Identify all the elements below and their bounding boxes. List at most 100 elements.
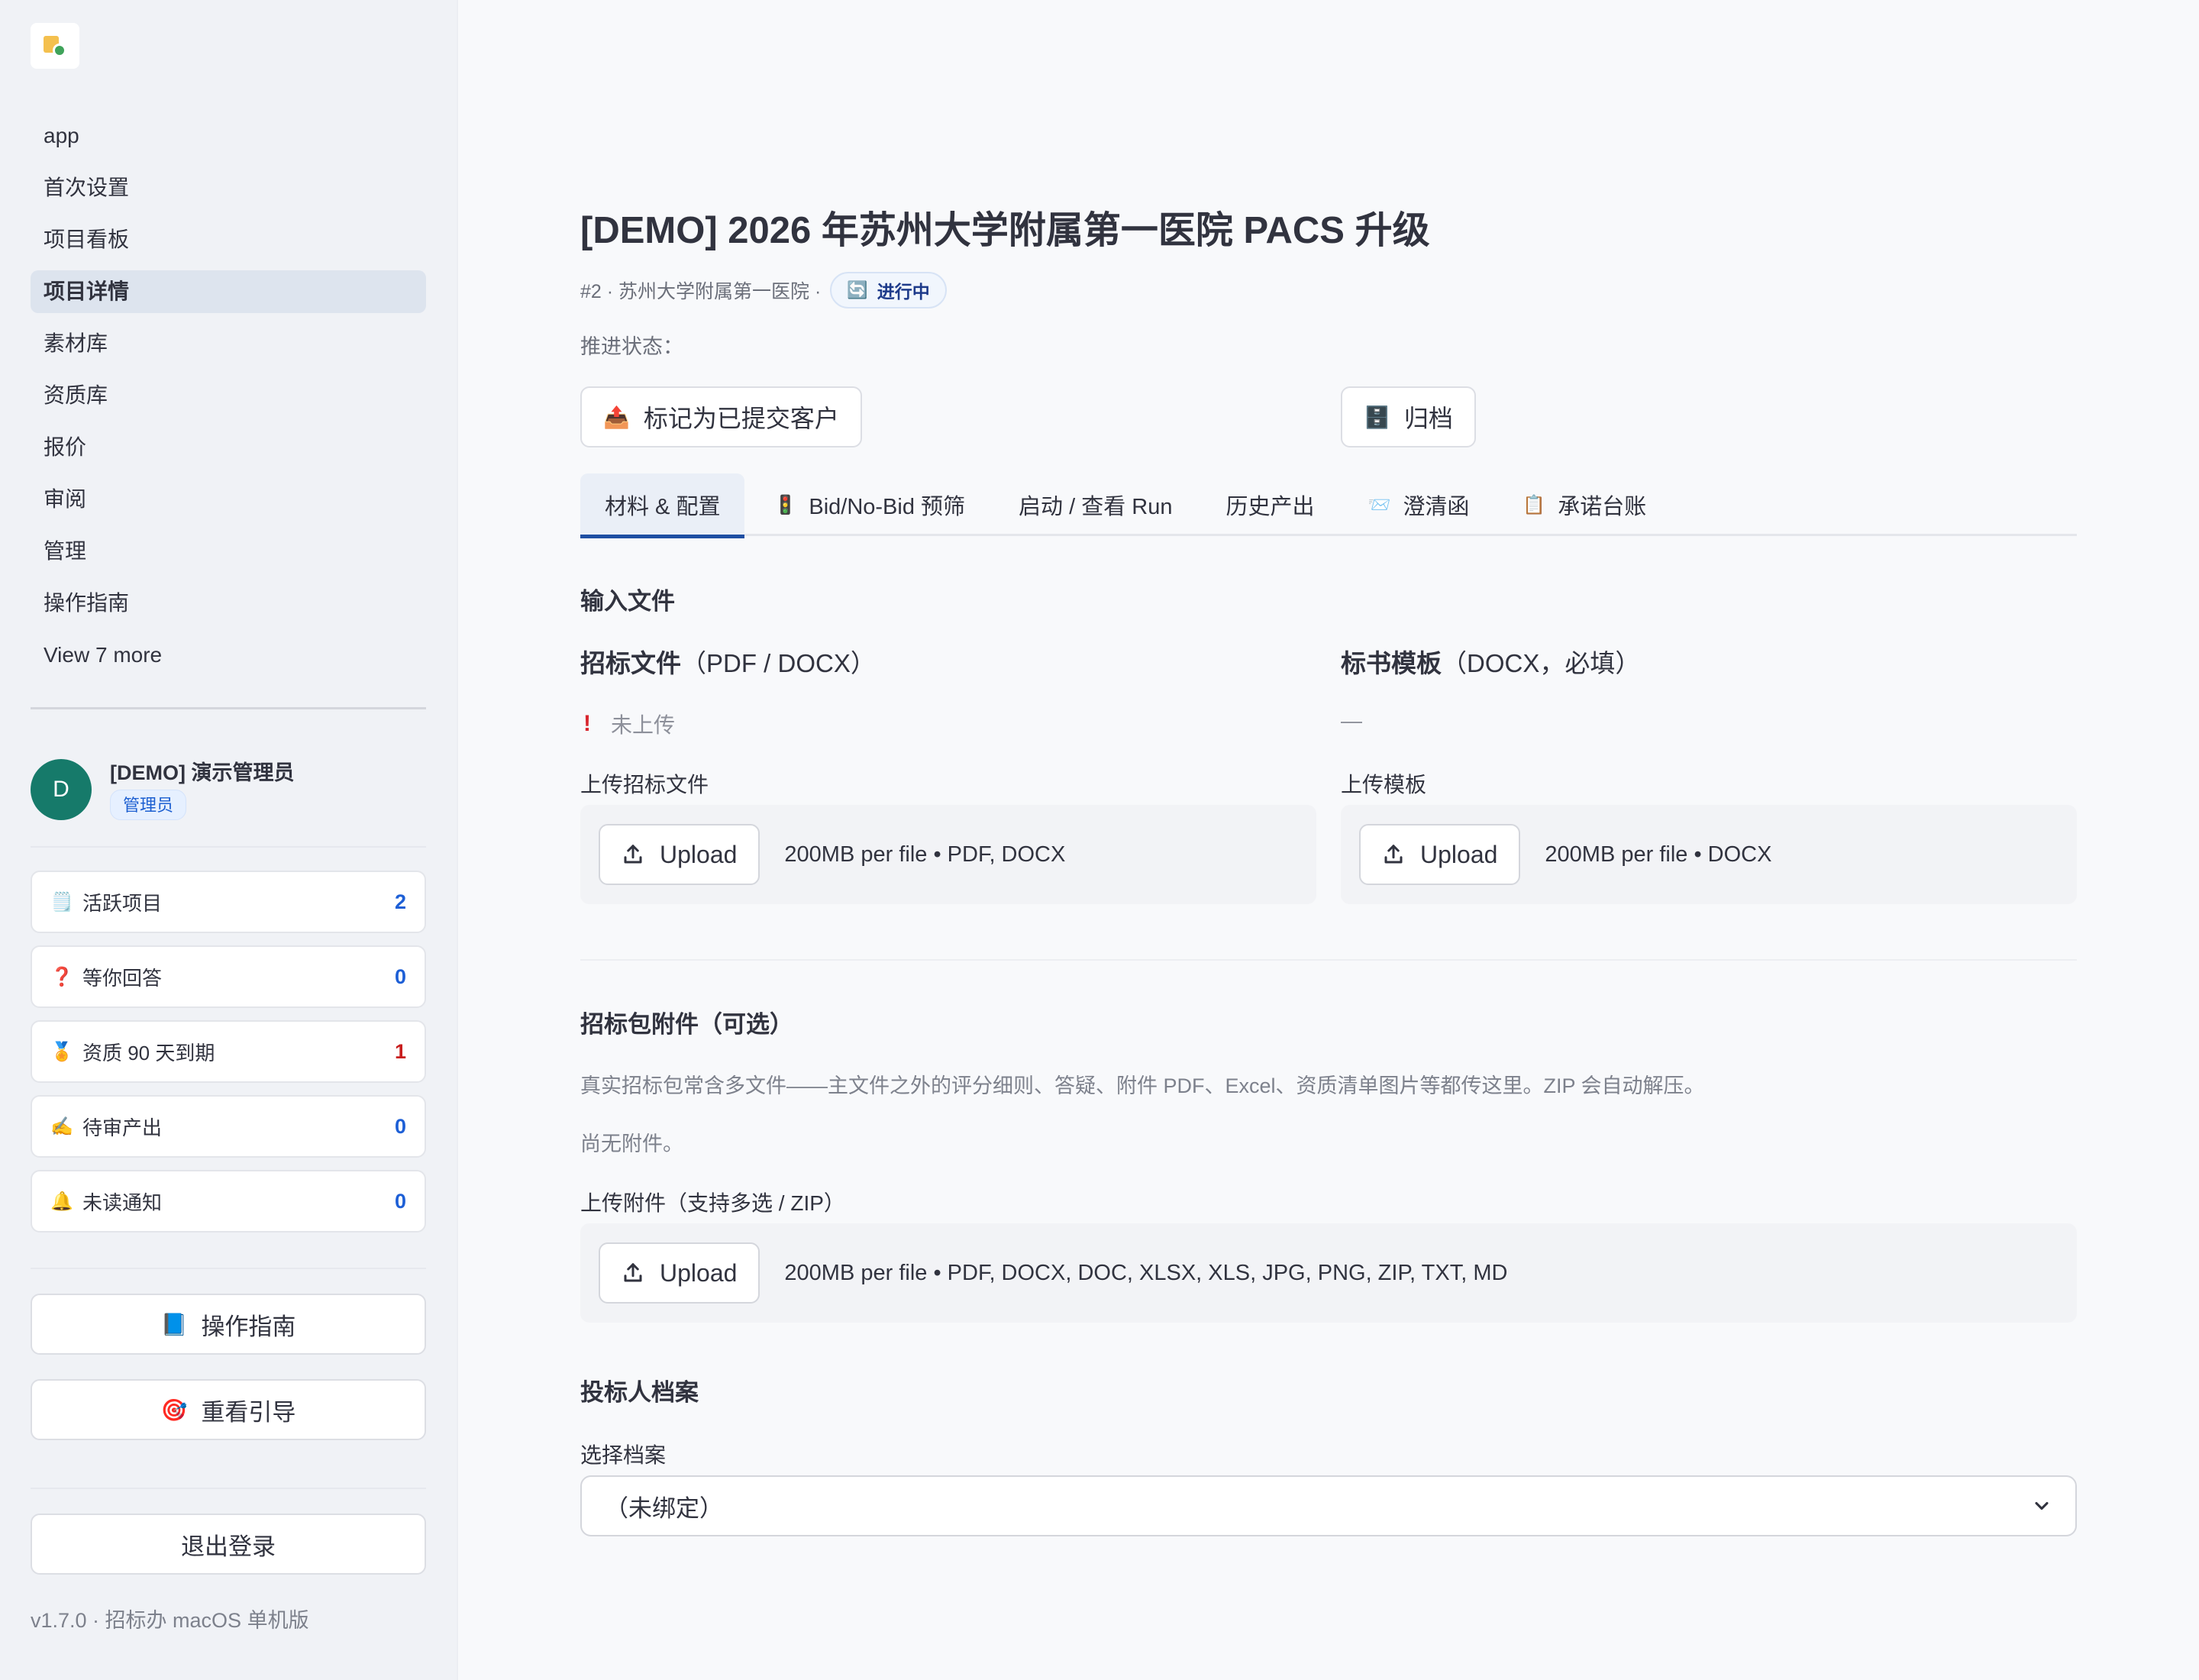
sidebar-item-review[interactable]: 审阅 — [31, 478, 426, 521]
refresh-icon: 🔄 — [847, 280, 868, 299]
tab-label: Bid/No-Bid 预筛 — [809, 495, 966, 519]
tender-file-heading: 招标文件（PDF / DOCX） — [580, 643, 876, 680]
sidebar-item-setup[interactable]: 首次设置 — [31, 166, 426, 209]
stat-value: 0 — [394, 1189, 406, 1213]
attachments-upload-button[interactable]: Upload — [599, 1242, 760, 1304]
upload-button-label: Upload — [660, 840, 738, 868]
stat-value: 1 — [394, 1039, 406, 1063]
stat-unread-notifications[interactable]: 🔔 未读通知 0 — [31, 1170, 426, 1233]
role-badge: 管理员 — [110, 790, 187, 820]
template-formats: （DOCX，必填） — [1442, 649, 1641, 677]
sidebar-divider — [31, 1488, 426, 1489]
tab-label: 澄清函 — [1403, 495, 1470, 519]
upload-hint: 200MB per file • PDF, DOCX — [784, 842, 1066, 867]
mark-submitted-button[interactable]: 📤 标记为已提交客户 — [580, 386, 862, 447]
stat-label: 活跃项目 — [82, 891, 163, 915]
progress-label: 推进状态： — [580, 335, 683, 358]
writing-hand-icon: ✍️ — [50, 1116, 73, 1137]
stat-label: 未读通知 — [82, 1191, 163, 1214]
tab-history[interactable]: 历史产出 — [1201, 473, 1338, 536]
tour-button-label: 重看引导 — [201, 1398, 296, 1426]
tab-label: 启动 / 查看 Run — [1019, 495, 1173, 519]
upload-button-label: Upload — [660, 1258, 738, 1287]
user-card: D [DEMO] 演示管理员 管理员 — [31, 756, 426, 825]
chevron-down-icon — [2035, 1501, 2049, 1510]
sidebar-item-admin[interactable]: 管理 — [31, 530, 426, 573]
template-upload-button[interactable]: Upload — [1359, 824, 1521, 885]
tender-file-formats: （PDF / DOCX） — [681, 649, 876, 677]
stat-label: 待审产出 — [82, 1116, 163, 1139]
stat-value: 2 — [394, 890, 406, 913]
status-badge: 🔄 进行中 — [830, 272, 947, 309]
profile-select[interactable]: （未绑定） — [580, 1475, 2077, 1536]
stat-pending-review[interactable]: ✍️ 待审产出 0 — [31, 1095, 426, 1158]
logout-button[interactable]: 退出登录 — [31, 1514, 426, 1575]
tab-run[interactable]: 启动 / 查看 Run — [994, 473, 1196, 536]
sidebar-divider — [31, 846, 426, 848]
user-name: [DEMO] 演示管理员 — [110, 761, 295, 784]
exclamation-icon: ! — [583, 711, 591, 736]
logo-icon — [44, 34, 66, 57]
sidebar-divider — [31, 1268, 426, 1269]
tender-upload-button[interactable]: Upload — [599, 824, 760, 885]
template-dropzone[interactable]: Upload 200MB per file • DOCX — [1341, 805, 2077, 904]
profile-select-label: 选择档案 — [580, 1443, 667, 1467]
sidebar: app 首次设置 项目看板 项目详情 素材库 资质库 报价 审阅 管理 操作指南… — [0, 0, 458, 1680]
view-more-link[interactable]: View 7 more — [31, 634, 426, 677]
upload-icon — [624, 1263, 642, 1282]
sidebar-item-quote[interactable]: 报价 — [31, 426, 426, 469]
main-content: [DEMO] 2026 年苏州大学附属第一医院 PACS 升级 #2 · 苏州大… — [580, 0, 2077, 1680]
profile-select-value: （未绑定） — [605, 1494, 723, 1522]
upload-hint: 200MB per file • DOCX — [1545, 842, 1772, 867]
stat-awaiting-answer[interactable]: ❓ 等你回答 0 — [31, 945, 426, 1008]
question-icon: ❓ — [50, 966, 73, 987]
avatar: D — [31, 759, 92, 820]
upload-icon — [624, 845, 642, 864]
sidebar-item-board[interactable]: 项目看板 — [31, 218, 426, 261]
tab-clarification[interactable]: 📨 澄清函 — [1343, 473, 1493, 536]
sidebar-item-qualifications[interactable]: 资质库 — [31, 374, 426, 417]
tab-label: 历史产出 — [1225, 495, 1315, 519]
stat-active-projects[interactable]: 🗒️ 活跃项目 2 — [31, 871, 426, 933]
page-title: [DEMO] 2026 年苏州大学附属第一医院 PACS 升级 — [580, 210, 1430, 251]
traffic-light-icon: 🚦 — [773, 494, 797, 515]
sidebar-nav: app 首次设置 项目看板 项目详情 素材库 资质库 报价 审阅 管理 操作指南… — [31, 115, 426, 677]
medal-icon: 🏅 — [50, 1041, 73, 1062]
bidder-profile-heading: 投标人档案 — [580, 1379, 699, 1406]
tender-status-text: 未上传 — [611, 713, 676, 737]
tender-upload-label: 上传招标文件 — [580, 773, 709, 796]
attachments-dropzone[interactable]: Upload 200MB per file • PDF, DOCX, DOC, … — [580, 1223, 2077, 1323]
app-logo — [31, 23, 79, 69]
version-text: v1.7.0 · 招标办 macOS 单机版 — [31, 1609, 309, 1632]
attachments-heading: 招标包附件（可选） — [580, 1011, 793, 1038]
sidebar-item-app[interactable]: app — [31, 115, 426, 157]
archive-button[interactable]: 🗄️ 归档 — [1341, 386, 1476, 447]
clipboard-icon: 📋 — [1523, 494, 1546, 515]
attachments-empty-text: 尚无附件。 — [580, 1132, 683, 1155]
sidebar-item-guide[interactable]: 操作指南 — [31, 582, 426, 625]
sidebar-divider — [31, 707, 426, 709]
upload-hint: 200MB per file • PDF, DOCX, DOC, XLSX, X… — [784, 1260, 1508, 1285]
tab-label: 材料 & 配置 — [605, 495, 721, 519]
stat-expiring-qualifications[interactable]: 🏅 资质 90 天到期 1 — [31, 1020, 426, 1083]
incoming-envelope-icon: 📨 — [1368, 494, 1391, 515]
notepad-icon: 🗒️ — [50, 891, 73, 913]
project-meta-text: #2 · 苏州大学附属第一医院 · — [580, 281, 822, 302]
tender-dropzone[interactable]: Upload 200MB per file • PDF, DOCX — [580, 805, 1316, 904]
outbox-icon: 📤 — [603, 405, 630, 429]
mark-submitted-label: 标记为已提交客户 — [643, 405, 839, 432]
sidebar-item-project-detail[interactable]: 项目详情 — [31, 270, 426, 313]
tender-file-title: 招标文件 — [580, 649, 681, 677]
book-icon: 📘 — [160, 1312, 188, 1336]
target-icon: 🎯 — [160, 1397, 188, 1422]
template-title: 标书模板 — [1341, 649, 1442, 677]
tab-commitments[interactable]: 📋 承诺台账 — [1498, 473, 1671, 536]
tour-button[interactable]: 🎯 重看引导 — [31, 1379, 426, 1440]
project-meta: #2 · 苏州大学附属第一医院 · 🔄 进行中 — [580, 272, 947, 309]
guide-button[interactable]: 📘 操作指南 — [31, 1294, 426, 1355]
stat-label: 资质 90 天到期 — [82, 1041, 215, 1065]
sidebar-item-materials[interactable]: 素材库 — [31, 322, 426, 365]
tab-materials-config[interactable]: 材料 & 配置 — [580, 473, 745, 538]
attachments-description: 真实招标包常含多文件——主文件之外的评分细则、答疑、附件 PDF、Excel、资… — [580, 1074, 1705, 1097]
tab-bid-no-bid[interactable]: 🚦 Bid/No-Bid 预筛 — [749, 473, 990, 536]
